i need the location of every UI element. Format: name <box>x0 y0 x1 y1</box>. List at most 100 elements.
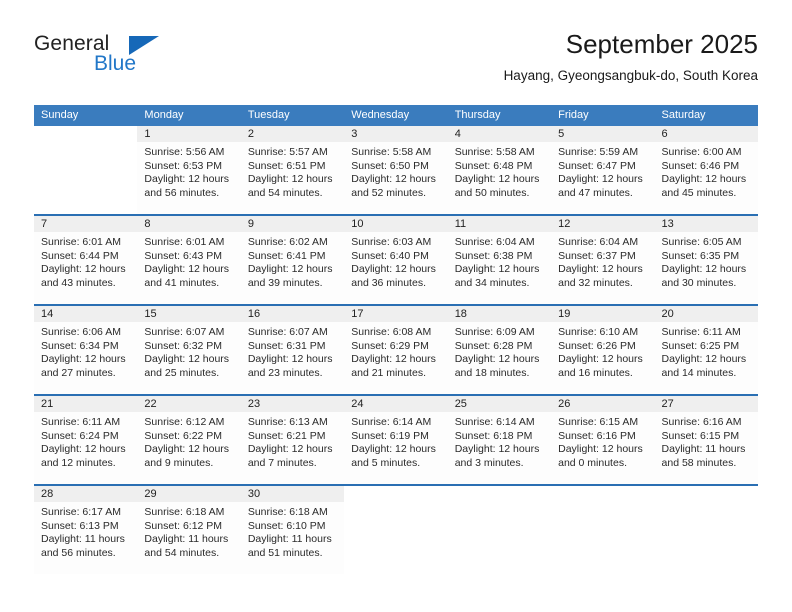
day-detail-line: and 16 minutes. <box>558 366 633 379</box>
day-detail-line: and 52 minutes. <box>351 186 426 199</box>
day-cell-9[interactable]: Sunrise: 6:02 AM Sunset: 6:41 PM Daylight:… <box>241 232 344 304</box>
day-number-28[interactable]: 28 <box>34 486 137 502</box>
day-number-14[interactable]: 14 <box>34 306 137 322</box>
day-cell-22[interactable]: Sunrise: 6:12 AM Sunset: 6:22 PM Daylight:… <box>137 412 240 484</box>
day-number-1[interactable]: 1 <box>137 126 240 142</box>
day-detail-line: Sunset: 6:44 PM <box>41 249 119 262</box>
day-number-16[interactable]: 16 <box>241 306 344 322</box>
day-cell-29[interactable]: Sunrise: 6:18 AM Sunset: 6:12 PM Daylight:… <box>137 502 240 574</box>
day-number-20[interactable]: 20 <box>655 306 758 322</box>
day-detail-line: Sunrise: 6:12 AM <box>144 416 225 428</box>
day-cell-7[interactable]: Sunrise: 6:01 AM Sunset: 6:44 PM Daylight:… <box>34 232 137 304</box>
day-cell-21[interactable]: Sunrise: 6:11 AM Sunset: 6:24 PM Daylight:… <box>34 412 137 484</box>
day-number-10[interactable]: 10 <box>344 216 447 232</box>
day-number-17[interactable]: 17 <box>344 306 447 322</box>
general-blue-logo[interactable]: General Blue <box>34 32 224 84</box>
day-number-4[interactable]: 4 <box>448 126 551 142</box>
day-detail-line: Sunrise: 6:18 AM <box>247 506 328 518</box>
day-number-9[interactable]: 9 <box>241 216 344 232</box>
day-detail-line: Sunrise: 6:03 AM <box>351 236 432 248</box>
day-cell-2[interactable]: Sunrise: 5:57 AM Sunset: 6:51 PM Daylight:… <box>241 142 344 214</box>
day-number-6[interactable]: 6 <box>655 126 758 142</box>
day-detail-line: Daylight: 12 hours <box>41 353 126 366</box>
day-detail-line: Sunrise: 6:01 AM <box>41 236 121 248</box>
day-detail-line: and 21 minutes. <box>351 366 426 379</box>
day-cell-24[interactable]: Sunrise: 6:14 AM Sunset: 6:19 PM Daylight:… <box>344 412 447 484</box>
title-block: September 2025 Hayang, Gyeongsangbuk-do,… <box>504 28 758 86</box>
day-number-13[interactable]: 13 <box>655 216 758 232</box>
day-number-empty <box>654 486 758 502</box>
day-cell-23[interactable]: Sunrise: 6:13 AM Sunset: 6:21 PM Daylight:… <box>241 412 344 484</box>
day-cell-10[interactable]: Sunrise: 6:03 AM Sunset: 6:40 PM Daylight:… <box>344 232 447 304</box>
day-cell-8[interactable]: Sunrise: 6:01 AM Sunset: 6:43 PM Daylight:… <box>137 232 240 304</box>
day-cell-25[interactable]: Sunrise: 6:14 AM Sunset: 6:18 PM Daylight:… <box>448 412 551 484</box>
day-detail-line: Sunrise: 6:14 AM <box>454 416 535 428</box>
day-detail-line: Daylight: 12 hours <box>454 173 540 186</box>
day-detail-line: Sunset: 6:38 PM <box>454 249 533 262</box>
day-cell-3[interactable]: Sunrise: 5:58 AM Sunset: 6:50 PM Daylight:… <box>344 142 447 214</box>
day-cell-empty <box>34 142 138 214</box>
weekday-header-saturday: Saturday <box>661 109 706 121</box>
day-number-8[interactable]: 8 <box>137 216 240 232</box>
day-detail-line: and 36 minutes. <box>351 276 426 289</box>
day-number-3[interactable]: 3 <box>344 126 447 142</box>
day-number-26[interactable]: 26 <box>551 396 654 412</box>
day-cell-5[interactable]: Sunrise: 5:59 AM Sunset: 6:47 PM Daylight:… <box>551 142 654 214</box>
day-detail-line: Sunrise: 6:07 AM <box>144 326 225 338</box>
day-number-11[interactable]: 11 <box>448 216 551 232</box>
day-cell-15[interactable]: Sunrise: 6:07 AM Sunset: 6:32 PM Daylight:… <box>137 322 240 394</box>
day-cell-1[interactable]: Sunrise: 5:56 AM Sunset: 6:53 PM Daylight:… <box>137 142 240 214</box>
day-number-21[interactable]: 21 <box>34 396 137 412</box>
day-detail-line: Sunrise: 5:58 AM <box>454 146 535 158</box>
day-detail-line: Sunset: 6:46 PM <box>661 159 740 172</box>
day-cell-19[interactable]: Sunrise: 6:10 AM Sunset: 6:26 PM Daylight:… <box>551 322 654 394</box>
day-cell-18[interactable]: Sunrise: 6:09 AM Sunset: 6:28 PM Daylight:… <box>448 322 551 394</box>
day-number-22[interactable]: 22 <box>137 396 240 412</box>
day-detail-line: Daylight: 11 hours <box>41 533 125 546</box>
day-cell-26[interactable]: Sunrise: 6:15 AM Sunset: 6:16 PM Daylight:… <box>551 412 654 484</box>
day-number-2[interactable]: 2 <box>241 126 344 142</box>
day-detail-line: Daylight: 12 hours <box>661 173 747 186</box>
day-number-7[interactable]: 7 <box>34 216 137 232</box>
day-detail-line: Sunrise: 6:10 AM <box>558 326 639 338</box>
day-detail-line: Sunrise: 6:15 AM <box>558 416 639 428</box>
day-number-15[interactable]: 15 <box>137 306 240 322</box>
day-cell-12[interactable]: Sunrise: 6:04 AM Sunset: 6:37 PM Daylight:… <box>551 232 654 304</box>
calendar-week-row: 28 29 30 Sunrise: 6:17 AM Sunset: 6:13 PM Day… <box>34 484 758 574</box>
day-number-19[interactable]: 19 <box>551 306 654 322</box>
day-detail-line: Daylight: 12 hours <box>558 263 643 276</box>
day-cell-11[interactable]: Sunrise: 6:04 AM Sunset: 6:38 PM Daylight:… <box>448 232 551 304</box>
weekday-header-monday: Monday <box>144 109 184 121</box>
day-detail-line: Daylight: 12 hours <box>41 443 126 456</box>
day-detail-line: and 51 minutes. <box>247 546 323 559</box>
day-cell-14[interactable]: Sunrise: 6:06 AM Sunset: 6:34 PM Daylight:… <box>34 322 137 394</box>
day-content-row: Sunrise: 6:17 AM Sunset: 6:13 PM Daylight:… <box>34 502 758 574</box>
logo-text-blue: Blue <box>94 52 137 75</box>
day-cell-28[interactable]: Sunrise: 6:17 AM Sunset: 6:13 PM Daylight:… <box>34 502 137 574</box>
day-cell-27[interactable]: Sunrise: 6:16 AM Sunset: 6:15 PM Daylight:… <box>655 412 758 484</box>
day-cell-30[interactable]: Sunrise: 6:18 AM Sunset: 6:10 PM Daylight:… <box>241 502 344 574</box>
day-number-30[interactable]: 30 <box>241 486 344 502</box>
day-detail-line: Sunset: 6:53 PM <box>144 159 223 172</box>
day-content-row: Sunrise: 6:06 AM Sunset: 6:34 PM Daylight:… <box>34 322 758 394</box>
day-cell-17[interactable]: Sunrise: 6:08 AM Sunset: 6:29 PM Daylight:… <box>344 322 447 394</box>
day-cell-4[interactable]: Sunrise: 5:58 AM Sunset: 6:48 PM Daylight:… <box>448 142 551 214</box>
day-detail-line: Sunset: 6:28 PM <box>454 339 533 352</box>
day-detail-line: and 23 minutes. <box>247 366 323 379</box>
day-cell-20[interactable]: Sunrise: 6:11 AM Sunset: 6:25 PM Daylight:… <box>655 322 758 394</box>
day-cell-16[interactable]: Sunrise: 6:07 AM Sunset: 6:31 PM Daylight:… <box>241 322 344 394</box>
day-cell-13[interactable]: Sunrise: 6:05 AM Sunset: 6:35 PM Daylight:… <box>655 232 758 304</box>
day-cell-6[interactable]: Sunrise: 6:00 AM Sunset: 6:46 PM Daylight:… <box>655 142 758 214</box>
day-number-12[interactable]: 12 <box>551 216 654 232</box>
day-number-23[interactable]: 23 <box>241 396 344 412</box>
day-number-29[interactable]: 29 <box>137 486 240 502</box>
day-number-5[interactable]: 5 <box>551 126 654 142</box>
day-number-18[interactable]: 18 <box>448 306 551 322</box>
day-number-25[interactable]: 25 <box>448 396 551 412</box>
day-detail-line: Sunrise: 6:17 AM <box>41 506 121 518</box>
day-detail-line: Sunset: 6:22 PM <box>144 429 223 442</box>
day-detail-line: and 5 minutes. <box>351 456 421 469</box>
day-detail-line: Sunrise: 6:18 AM <box>144 506 225 518</box>
day-number-24[interactable]: 24 <box>344 396 447 412</box>
day-number-27[interactable]: 27 <box>655 396 758 412</box>
